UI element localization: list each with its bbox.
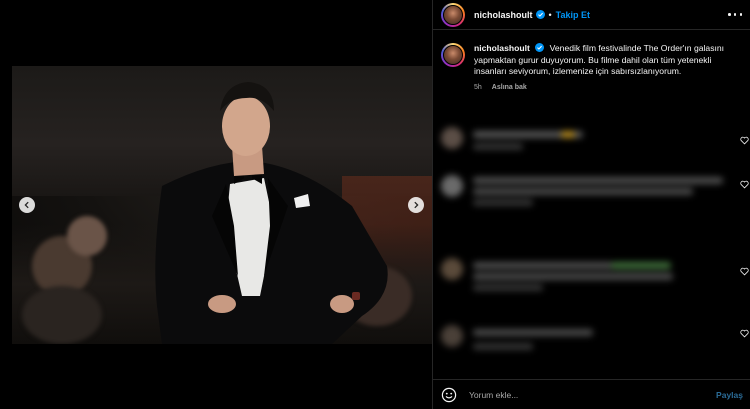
post-header: nicholashoult • Takip Et [433, 0, 750, 30]
verified-badge-icon [535, 10, 545, 19]
chevron-right-icon [414, 201, 419, 209]
heart-icon[interactable] [740, 329, 749, 338]
avatar[interactable] [441, 2, 465, 27]
more-options-icon[interactable] [728, 10, 742, 20]
comment-item[interactable] [441, 123, 750, 153]
carousel-next-button[interactable] [408, 197, 424, 213]
comment-item[interactable] [441, 256, 750, 296]
comments-list[interactable]: nicholashoult Venedik film festivalinde … [433, 31, 750, 379]
actor-figure [155, 82, 388, 344]
caption-text: nicholashoult Venedik film festivalinde … [474, 43, 734, 78]
avatar[interactable] [441, 43, 465, 67]
caption-username[interactable]: nicholashoult [474, 43, 530, 53]
comment-item[interactable] [441, 171, 750, 211]
comment-box: Paylaş [433, 379, 750, 409]
verified-badge-icon [535, 43, 545, 52]
post-comment-button[interactable]: Paylaş [716, 390, 743, 400]
caption-meta: 5h Aslına bak [474, 84, 743, 91]
header-username[interactable]: nicholashoult [474, 10, 533, 20]
comment-item[interactable] [441, 323, 750, 363]
see-translation-link[interactable]: Aslına bak [492, 84, 527, 91]
heart-icon[interactable] [740, 136, 749, 145]
post-time: 5h [474, 83, 482, 91]
heart-icon[interactable] [740, 267, 749, 276]
heart-icon[interactable] [740, 180, 749, 189]
chevron-left-icon [24, 201, 29, 209]
caption: nicholashoult Venedik film festivalinde … [433, 31, 750, 91]
header-separator: • [548, 9, 552, 20]
post-photo[interactable] [12, 66, 432, 344]
media-pane [0, 0, 432, 409]
carousel-prev-button[interactable] [19, 197, 35, 213]
emoji-icon[interactable] [441, 387, 457, 403]
post-details-pane: nicholashoult • Takip Et nicholashoult V… [432, 0, 750, 409]
follow-button[interactable]: Takip Et [556, 10, 590, 20]
comment-input[interactable] [469, 389, 717, 400]
